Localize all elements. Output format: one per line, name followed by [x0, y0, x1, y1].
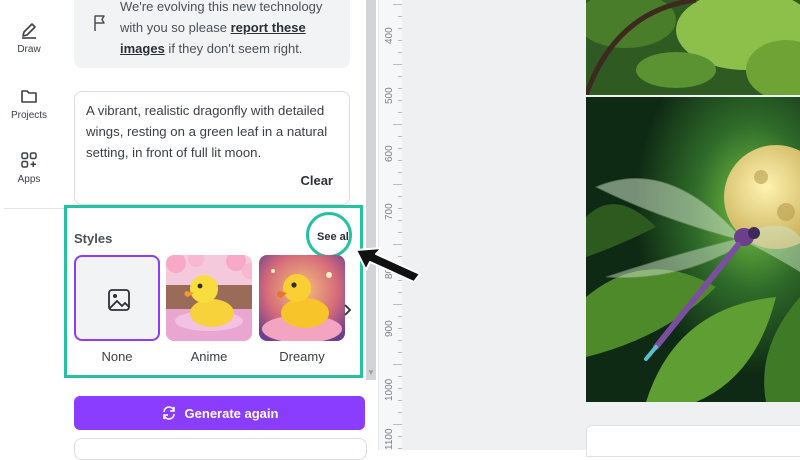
folder-icon	[21, 90, 37, 103]
style-label-dreamy: Dreamy	[279, 349, 325, 364]
rail-divider	[4, 208, 64, 209]
result-card	[74, 438, 367, 460]
ruler-label: 700	[384, 203, 395, 220]
pen-icon	[22, 23, 36, 39]
dreamy-duck-thumbnail	[259, 255, 345, 341]
canvas-image-top[interactable]	[586, 0, 800, 95]
image-icon	[108, 289, 130, 311]
notice-text: We're evolving this new technology with …	[120, 0, 348, 59]
rail-item-draw[interactable]: Draw	[0, 20, 58, 55]
prompt-textarea[interactable]: A vibrant, realistic dragonfly with deta…	[74, 91, 350, 205]
rail-item-label: Draw	[17, 44, 41, 55]
ruler-label: 900	[384, 320, 395, 337]
anime-duck-thumbnail	[166, 255, 252, 341]
vertical-ruler: 400 500 600 700 800 900 1000 1100	[378, 0, 404, 450]
rail-item-projects[interactable]: Projects	[0, 86, 58, 121]
clear-button[interactable]: Clear	[300, 173, 333, 188]
canvas-page-below	[586, 425, 800, 457]
scroll-down-icon[interactable]: ▼	[367, 368, 375, 377]
report-link-cont[interactable]: images	[120, 41, 165, 56]
panel-scrollbar[interactable]	[366, 0, 376, 380]
ruler-label: 1100	[384, 428, 395, 450]
notice-line-3: images if they don't seem right.	[120, 38, 348, 59]
style-label-none: None	[101, 349, 133, 364]
report-link[interactable]: report these	[231, 20, 306, 35]
ruler-label: 600	[384, 145, 395, 162]
rail-item-label: Projects	[10, 110, 48, 121]
dragonfly-image	[586, 97, 800, 402]
ruler-label: 1000	[384, 378, 395, 401]
style-label-anime: Anime	[190, 349, 228, 364]
flag-icon	[94, 15, 105, 31]
left-rail: Draw Projects Apps	[0, 0, 66, 450]
style-option-anime[interactable]	[166, 255, 252, 341]
feedback-notice: We're evolving this new technology with …	[74, 0, 350, 68]
notice-line-1: We're evolving this new technology	[120, 0, 323, 14]
styles-title: Styles	[74, 231, 113, 246]
style-option-dreamy[interactable]	[259, 255, 345, 341]
ruler-label: 400	[384, 27, 395, 44]
generate-again-label: Generate again	[184, 405, 279, 421]
rail-item-apps[interactable]: Apps	[0, 150, 58, 185]
ruler-label: 500	[384, 87, 395, 104]
prompt-text[interactable]: A vibrant, realistic dragonfly with deta…	[86, 100, 342, 163]
rail-item-label: Apps	[17, 174, 41, 185]
style-option-none[interactable]	[74, 255, 160, 341]
notice-text-part: if they don't seem right.	[164, 41, 303, 56]
refresh-icon	[162, 406, 175, 420]
generate-again-button[interactable]: Generate again	[74, 396, 365, 430]
pointer-arrow-icon	[355, 247, 421, 283]
foliage-image	[586, 0, 800, 95]
see-all-highlight-circle	[306, 212, 352, 258]
chevron-right-icon[interactable]	[342, 303, 352, 317]
canvas-image-dragonfly[interactable]	[586, 97, 800, 402]
notice-text-part: with you so please	[120, 20, 231, 35]
apps-icon	[21, 152, 37, 168]
notice-line-2: with you so please report these	[120, 17, 348, 38]
